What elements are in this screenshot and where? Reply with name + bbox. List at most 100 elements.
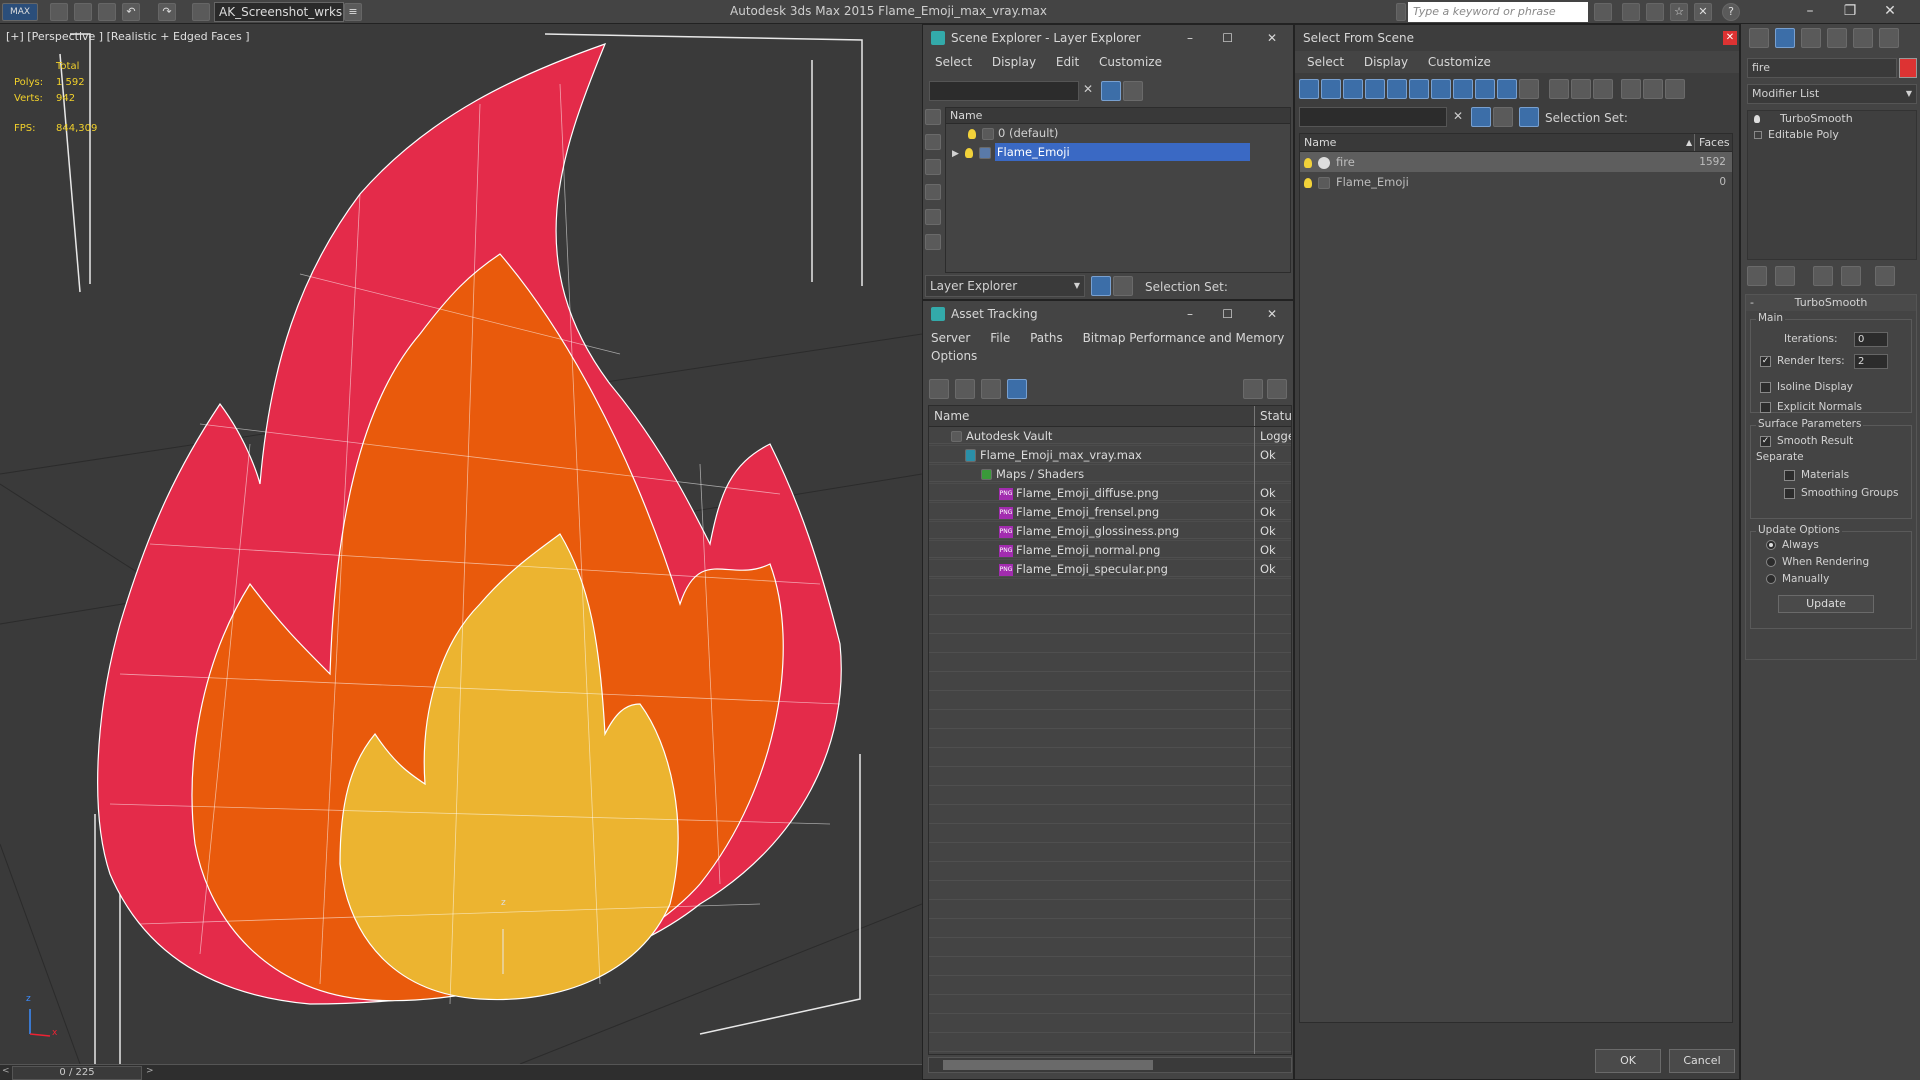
close-icon[interactable]: ✕ [1870, 0, 1910, 24]
pin-stack-icon[interactable] [1747, 266, 1767, 286]
ok-button[interactable]: OK [1595, 1049, 1661, 1073]
smoothing-groups-row[interactable]: Smoothing Groups [1784, 487, 1899, 499]
at-minimize-icon[interactable]: – [1187, 301, 1193, 327]
asset-row[interactable]: Autodesk Vault Logged [929, 427, 1291, 446]
smooth-result-checkbox[interactable]: ✓ [1760, 435, 1771, 447]
manually-row[interactable]: Manually [1766, 573, 1829, 585]
table-view-icon[interactable] [1007, 379, 1027, 399]
render-iters-checkbox[interactable]: ✓ [1760, 355, 1771, 367]
iterations-spinner[interactable]: 0 [1854, 332, 1888, 347]
stack-item-turbosmooth[interactable]: TurboSmooth [1748, 111, 1916, 127]
sfs-menu-display[interactable]: Display [1364, 55, 1408, 69]
display-tab-icon[interactable] [1853, 28, 1873, 48]
manually-radio[interactable] [1766, 574, 1776, 584]
sort-icon[interactable] [1643, 79, 1663, 99]
at-menu-paths[interactable]: Paths [1030, 331, 1063, 345]
minimize-icon[interactable]: – [1790, 0, 1830, 24]
tools-icon[interactable] [1622, 3, 1640, 21]
settings-icon[interactable] [1267, 379, 1287, 399]
display-geometry-icon[interactable] [925, 109, 941, 125]
rollout-collapse-icon[interactable]: - [1750, 295, 1754, 311]
display-helpers-icon[interactable] [925, 209, 941, 225]
sfs-menu-select[interactable]: Select [1307, 55, 1344, 69]
thumbnail-view-icon[interactable] [981, 379, 1001, 399]
sfs-col-faces[interactable]: Faces [1694, 134, 1734, 151]
filter-spacewarps-icon[interactable] [1409, 79, 1429, 99]
at-menu-server[interactable]: Server [931, 331, 970, 345]
light-bulb-icon[interactable] [964, 147, 973, 158]
remove-modifier-icon[interactable] [1841, 266, 1861, 286]
se-clear-icon[interactable]: ✕ [1083, 82, 1093, 96]
sfs-clear-icon[interactable]: ✕ [1453, 109, 1463, 123]
always-row[interactable]: Always [1766, 539, 1819, 551]
se-search-input[interactable] [929, 81, 1079, 101]
refresh-icon[interactable] [929, 379, 949, 399]
object-color-swatch[interactable] [1899, 58, 1917, 78]
workspace-dropdown[interactable]: AK_Screenshot_wrksp [214, 2, 344, 22]
sfs-search-input[interactable] [1299, 107, 1447, 127]
scrollbar-thumb[interactable] [943, 1060, 1153, 1070]
layer-row-flame-emoji[interactable]: ▶ Flame_Emoji [946, 143, 1290, 162]
at-col-status[interactable]: Status [1254, 406, 1291, 426]
sfs-object-row[interactable]: Flame_Emoji 0 [1300, 172, 1732, 192]
modify-tab-icon[interactable] [1775, 28, 1795, 48]
display-lights-icon[interactable] [925, 159, 941, 175]
list-view-icon[interactable] [955, 379, 975, 399]
search-input[interactable]: Type a keyword or phrase [1408, 2, 1588, 22]
search-arrow-icon[interactable] [1396, 3, 1406, 21]
app-logo-icon[interactable]: MAX [2, 3, 38, 21]
layers-mode-icon[interactable] [1091, 276, 1111, 296]
se-col-name[interactable]: Name [946, 108, 1290, 124]
funnel-icon[interactable] [1621, 79, 1641, 99]
sfs-close-icon[interactable]: ✕ [1723, 31, 1737, 45]
layer-row-default[interactable]: 0 (default) [946, 124, 1290, 143]
utilities-tab-icon[interactable] [1879, 28, 1899, 48]
render-iters-row[interactable]: ✓ Render Iters: [1760, 355, 1845, 367]
materials-checkbox[interactable] [1784, 469, 1795, 481]
filter-lights-icon[interactable] [1343, 79, 1363, 99]
select-invert-icon[interactable] [1593, 79, 1613, 99]
asset-row[interactable]: PNG Flame_Emoji_diffuse.png Ok [929, 484, 1291, 503]
asset-row[interactable]: Maps / Shaders [929, 465, 1291, 484]
hierarchy-tab-icon[interactable] [1801, 28, 1821, 48]
timeline-left-arrow-icon[interactable]: < [2, 1066, 10, 1076]
explicit-normals-checkbox[interactable] [1760, 401, 1771, 413]
asset-row[interactable]: PNG Flame_Emoji_specular.png Ok [929, 560, 1291, 579]
exchange-icon[interactable] [1646, 3, 1664, 21]
at-menu-bitmap[interactable]: Bitmap Performance and Memory [1083, 331, 1285, 345]
at-col-name[interactable]: Name [929, 409, 969, 423]
show-end-result-icon[interactable] [1775, 266, 1795, 286]
stack-item-editable-poly[interactable]: Editable Poly [1748, 127, 1916, 143]
display-spacewarps-icon[interactable] [925, 234, 941, 250]
workspace-menu-icon[interactable]: ≡ [344, 3, 362, 21]
render-iters-spinner[interactable]: 2 [1854, 354, 1888, 369]
se-minimize-icon[interactable]: – [1187, 25, 1193, 51]
when-rendering-radio[interactable] [1766, 557, 1776, 567]
filter-shapes-icon[interactable] [1321, 79, 1341, 99]
object-name-field[interactable]: fire [1747, 58, 1897, 78]
at-maximize-icon[interactable]: ☐ [1222, 301, 1233, 327]
restore-icon[interactable]: ❐ [1830, 0, 1870, 24]
frame-counter[interactable]: 0 / 225 [12, 1066, 142, 1080]
collapse-icon[interactable] [1665, 79, 1685, 99]
se-close-icon[interactable]: ✕ [1267, 25, 1277, 51]
scene-explorer-titlebar[interactable]: Scene Explorer - Layer Explorer – ☐ ✕ [923, 25, 1293, 51]
help-icon[interactable] [1243, 379, 1263, 399]
motion-tab-icon[interactable] [1827, 28, 1847, 48]
undo-icon[interactable]: ↶ [122, 3, 140, 21]
help-icon[interactable]: ? [1722, 3, 1740, 21]
filter-geometry-icon[interactable] [1299, 79, 1319, 99]
rollout-header[interactable]: - TurboSmooth [1746, 295, 1916, 311]
sfs-menu-customize[interactable]: Customize [1428, 55, 1491, 69]
perspective-viewport[interactable]: [+] [Perspective ] [Realistic + Edged Fa… [0, 24, 922, 1064]
isoline-row[interactable]: Isoline Display [1760, 381, 1853, 393]
viewport-label[interactable]: [+] [Perspective ] [Realistic + Edged Fa… [6, 30, 250, 43]
materials-row[interactable]: Materials [1784, 469, 1849, 481]
binoculars-icon[interactable] [1594, 3, 1612, 21]
time-slider[interactable]: < 0 / 225 > [0, 1064, 922, 1080]
asset-row[interactable]: PNG Flame_Emoji_normal.png Ok [929, 541, 1291, 560]
se-menu-select[interactable]: Select [935, 55, 972, 69]
sfs-col-name[interactable]: Name [1300, 136, 1336, 149]
se-menu-edit[interactable]: Edit [1056, 55, 1079, 69]
when-rendering-row[interactable]: When Rendering [1766, 556, 1869, 568]
